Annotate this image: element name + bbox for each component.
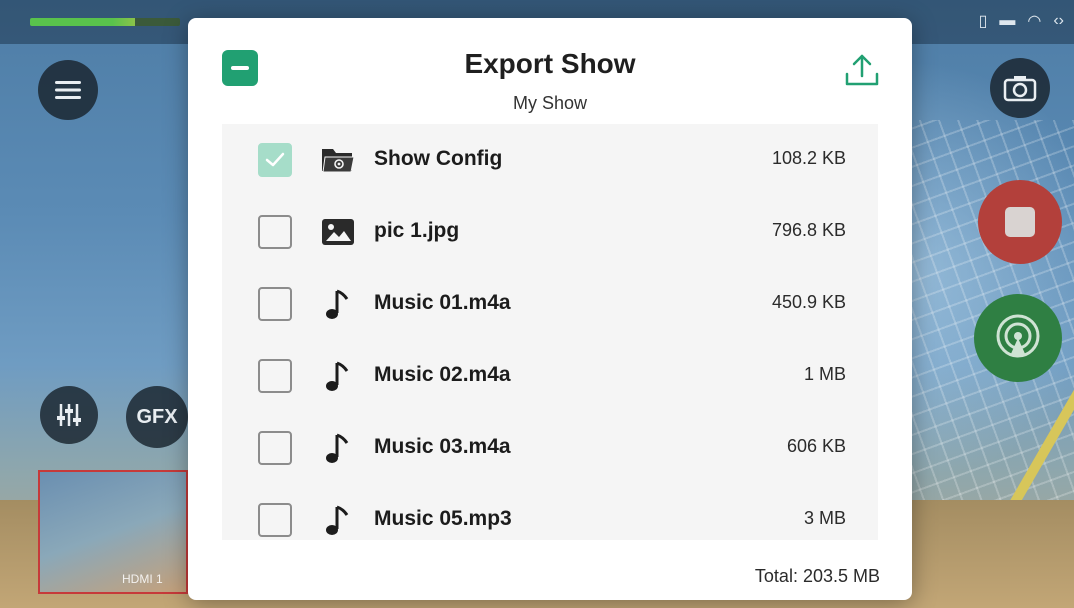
- file-size: 796.8 KB: [771, 220, 846, 240]
- sd-card-icon: ▯: [978, 13, 988, 30]
- file-checkbox[interactable]: [258, 215, 292, 249]
- file-size: 1 MB: [803, 364, 846, 384]
- folder-settings-icon: [320, 143, 356, 177]
- dialog-subtitle: My Show: [512, 93, 588, 113]
- file-size: 3 MB: [803, 508, 846, 528]
- record-button[interactable]: [978, 180, 1062, 264]
- file-size: 108.2 KB: [771, 148, 846, 168]
- file-name: pic 1.jpg: [374, 219, 460, 242]
- wifi-icon: ◠: [1027, 13, 1042, 30]
- file-checkbox[interactable]: [258, 359, 292, 393]
- gfx-button[interactable]: GFX: [126, 386, 188, 448]
- audio-mixer-button[interactable]: [40, 386, 98, 444]
- file-name: Music 05.mp3: [374, 507, 512, 530]
- list-item[interactable]: pic 1.jpg 796.8 KB: [222, 196, 878, 268]
- status-icons: ▯ ▬ ◠ ‹›: [979, 10, 1064, 32]
- snapshot-button[interactable]: [990, 58, 1050, 118]
- export-button[interactable]: [842, 50, 882, 90]
- audio-level-meter: [30, 18, 180, 26]
- menu-button[interactable]: [38, 60, 98, 120]
- file-name: Music 03.m4a: [374, 435, 511, 458]
- file-checkbox[interactable]: [258, 287, 292, 321]
- file-name: Music 02.m4a: [374, 363, 511, 386]
- music-note-icon: [320, 359, 356, 393]
- file-list[interactable]: Show Config 108.2 KB pic 1.jpg 796.8 KB: [222, 124, 878, 540]
- file-checkbox[interactable]: [258, 143, 292, 177]
- live-stream-button[interactable]: [974, 294, 1062, 382]
- total-size: Total: 203.5 MB: [754, 566, 880, 586]
- music-note-icon: [320, 287, 356, 321]
- gfx-label: GFX: [136, 405, 178, 428]
- list-item[interactable]: Music 02.m4a 1 MB: [222, 340, 878, 412]
- image-icon: [320, 215, 356, 249]
- file-checkbox[interactable]: [258, 431, 292, 465]
- file-name: Show Config: [374, 147, 503, 170]
- file-size: 606 KB: [786, 436, 846, 456]
- broadcast-icon: [996, 314, 1040, 358]
- source-label: HDMI 1: [122, 572, 163, 586]
- sliders-icon: [57, 404, 81, 426]
- list-item[interactable]: Music 05.mp3 3 MB: [222, 484, 878, 540]
- dialog-title: Export Show: [464, 48, 636, 79]
- network-icon: ‹›: [1053, 12, 1064, 29]
- file-size: 450.9 KB: [771, 292, 846, 312]
- check-icon: [265, 152, 285, 167]
- stop-icon: [1005, 207, 1035, 237]
- hdmi-source-preview[interactable]: HDMI 1: [38, 470, 188, 594]
- file-checkbox[interactable]: [258, 503, 292, 537]
- hamburger-menu-icon: [55, 81, 81, 99]
- camera-icon: [1003, 76, 1037, 102]
- battery-icon: ▬: [999, 12, 1016, 29]
- list-item[interactable]: Music 01.m4a 450.9 KB: [222, 268, 878, 340]
- list-item[interactable]: Music 03.m4a 606 KB: [222, 412, 878, 484]
- file-name: Music 01.m4a: [374, 291, 511, 314]
- list-item[interactable]: Show Config 108.2 KB: [222, 124, 878, 196]
- music-note-icon: [320, 431, 356, 465]
- export-show-dialog: Export Show My Show Show Config 108.2 KB…: [188, 18, 912, 600]
- upload-icon: [845, 54, 879, 86]
- music-note-icon: [320, 503, 356, 537]
